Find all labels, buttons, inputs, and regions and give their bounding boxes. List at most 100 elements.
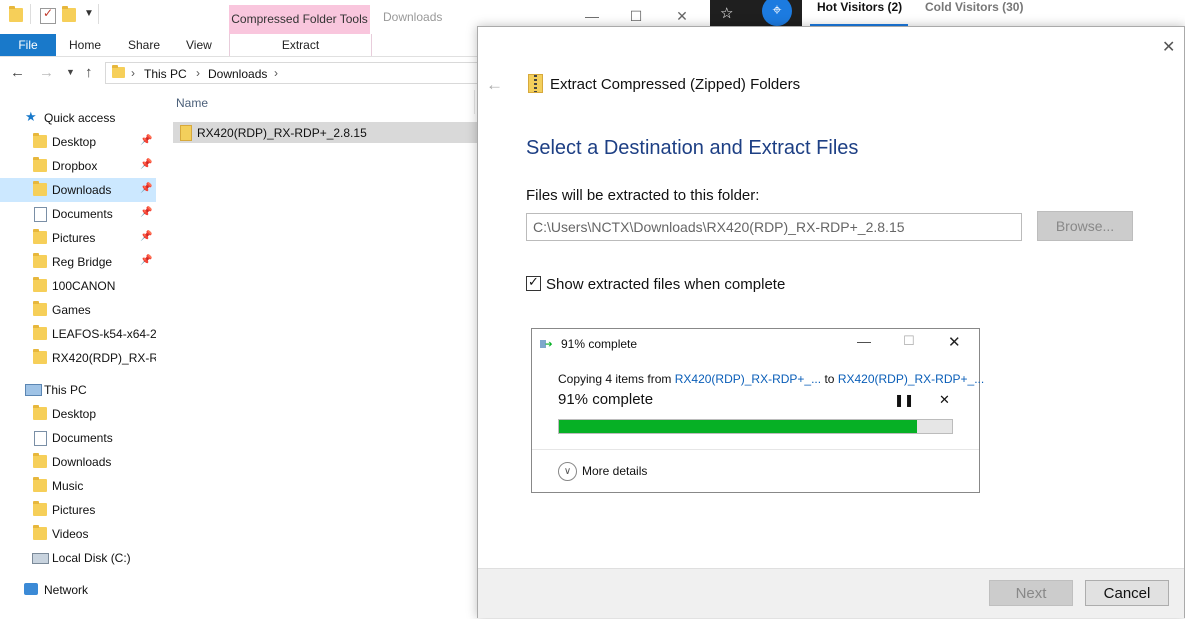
forward-arrow-icon[interactable]: → [39, 64, 54, 81]
sidebar-pc-pictures[interactable]: Pictures [0, 498, 156, 522]
sidebar-label: Games [52, 303, 91, 317]
sidebar-item-reg-bridge[interactable]: Reg Bridge 📌 [0, 250, 156, 274]
tab-home[interactable]: Home [69, 34, 101, 56]
progress-close-button[interactable]: ✕ [948, 333, 961, 351]
breadcrumb-separator: › [131, 66, 135, 80]
minimize-button[interactable]: — [580, 6, 604, 26]
properties-icon[interactable]: ✓ [40, 6, 56, 24]
cancel-copy-icon[interactable]: ✕ [939, 392, 950, 408]
copy-to-word: to [824, 372, 835, 386]
sidebar-item-rx420[interactable]: RX420(RDP)_RX-RDP+_2.8.15 [0, 346, 156, 370]
sidebar-pc-videos[interactable]: Videos [0, 522, 156, 546]
breadcrumb-separator: › [196, 66, 200, 80]
synced-folder-icon [33, 253, 47, 268]
tab-extract[interactable]: Extract [229, 34, 372, 56]
sidebar-label: Reg Bridge [52, 255, 113, 269]
dialog-footer: Next Cancel [478, 568, 1184, 618]
progress-title: 91% complete [561, 337, 638, 351]
cancel-button[interactable]: Cancel [1085, 580, 1169, 606]
sidebar-label: Dropbox [52, 159, 98, 173]
folder-icon [33, 349, 47, 364]
pin-icon: 📌 [140, 159, 153, 170]
customize-qa-icon[interactable]: ▼ [84, 8, 94, 19]
sidebar-pc-local-disk[interactable]: Local Disk (C:) [0, 546, 156, 570]
chevron-down-icon[interactable]: ∨ [558, 462, 577, 481]
sidebar-label: Network [44, 583, 89, 597]
up-arrow-icon[interactable]: ↑ [85, 64, 93, 81]
sidebar-label: Documents [52, 431, 113, 445]
browse-button[interactable]: Browse... [1037, 211, 1133, 241]
drive-icon [32, 553, 49, 564]
sidebar-pc-music[interactable]: Music [0, 474, 156, 498]
new-folder-icon[interactable] [62, 6, 76, 22]
destination-label: Files will be extracted to this folder: [526, 187, 760, 204]
breadcrumb-downloads[interactable]: Downloads [208, 67, 267, 81]
maximize-button[interactable]: ☐ [624, 6, 648, 26]
progress-minimize-button[interactable]: — [857, 333, 871, 349]
sidebar-label: Downloads [52, 183, 112, 197]
star-outline-icon[interactable]: ☆ [720, 4, 733, 22]
copy-status: Copying 4 items from RX420(RDP)_RX-RDP+_… [558, 372, 984, 386]
progress-percent: 91% complete [558, 391, 654, 408]
dialog-back-arrow-icon[interactable]: ← [486, 75, 503, 95]
breadcrumb-this-pc[interactable]: This PC [144, 67, 187, 81]
copy-prefix: Copying 4 items from [558, 372, 672, 386]
sidebar-this-pc[interactable]: This PC [0, 378, 156, 402]
sidebar-label: Quick access [44, 111, 116, 125]
sidebar-item-documents[interactable]: Documents 📌 [0, 202, 156, 226]
sidebar-label: Local Disk (C:) [52, 551, 131, 565]
documents-icon [34, 431, 47, 446]
sidebar-item-desktop[interactable]: Desktop 📌 [0, 130, 156, 154]
address-box[interactable]: › This PC › Downloads › [105, 62, 507, 84]
sidebar-label: This PC [44, 383, 87, 397]
source-link[interactable]: RX420(RDP)_RX-RDP+_... [675, 372, 821, 386]
column-divider[interactable] [474, 90, 475, 114]
destination-input[interactable] [526, 213, 1022, 241]
pin-icon: 📌 [140, 183, 153, 194]
downloads-folder-icon [112, 65, 125, 78]
sidebar-item-leafos[interactable]: LEAFOS-k54-x64-2.5 [0, 322, 156, 346]
progress-maximize-button[interactable]: ☐ [903, 333, 915, 349]
show-files-label[interactable]: Show extracted files when complete [546, 276, 785, 293]
show-files-checkbox[interactable] [526, 274, 541, 291]
sidebar-quick-access[interactable]: ★ Quick access [0, 106, 156, 130]
tab-view[interactable]: View [186, 34, 212, 56]
tab-share[interactable]: Share [128, 34, 160, 56]
more-details-link[interactable]: More details [582, 464, 647, 478]
column-header-name[interactable]: Name [176, 96, 208, 110]
sidebar-label: LEAFOS-k54-x64-2.5 [52, 327, 156, 341]
tab-hot-visitors[interactable]: Hot Visitors (2) [817, 0, 902, 14]
sidebar-label: Videos [52, 527, 89, 541]
destination-link[interactable]: RX420(RDP)_RX-RDP+_... [838, 372, 984, 386]
context-tab-compressed[interactable]: Compressed Folder Tools [229, 5, 370, 34]
sidebar-label: Pictures [52, 503, 96, 517]
tab-file[interactable]: File [0, 34, 56, 56]
breadcrumb-separator: › [274, 66, 278, 80]
sidebar-label: RX420(RDP)_RX-RDP+_2.8.15 [52, 351, 156, 365]
zip-folder-icon [528, 74, 543, 93]
back-arrow-icon[interactable]: ← [10, 64, 25, 81]
sidebar-item-pictures[interactable]: Pictures 📌 [0, 226, 156, 250]
folder-icon [33, 277, 47, 292]
close-button[interactable]: ✕ [670, 6, 694, 26]
next-button[interactable]: Next [989, 580, 1073, 606]
tab-cold-visitors[interactable]: Cold Visitors (30) [925, 0, 1023, 14]
sidebar-network[interactable]: Network [0, 578, 156, 602]
folder-icon [33, 405, 47, 420]
sidebar-label: Music [52, 479, 84, 493]
sidebar-item-games[interactable]: Games [0, 298, 156, 322]
pause-icon[interactable]: ❚❚ [894, 393, 914, 407]
file-row[interactable]: RX420(RDP)_RX-RDP+_2.8.15 [173, 122, 478, 143]
pin-icon: 📌 [140, 207, 153, 218]
sidebar-pc-desktop[interactable]: Desktop [0, 402, 156, 426]
recent-chevron-icon[interactable]: ▼ [66, 67, 75, 77]
dialog-close-icon[interactable]: ✕ [1162, 37, 1175, 57]
folder-down-icon[interactable] [9, 6, 23, 22]
sidebar-item-downloads[interactable]: Downloads 📌 [0, 178, 156, 202]
sidebar-pc-downloads[interactable]: Downloads [0, 450, 156, 474]
sidebar-item-100canon[interactable]: 100CANON [0, 274, 156, 298]
extract-dialog: ✕ ← Extract Compressed (Zipped) Folders … [477, 26, 1185, 618]
network-icon [24, 583, 38, 595]
sidebar-item-dropbox[interactable]: Dropbox 📌 [0, 154, 156, 178]
sidebar-pc-documents[interactable]: Documents [0, 426, 156, 450]
